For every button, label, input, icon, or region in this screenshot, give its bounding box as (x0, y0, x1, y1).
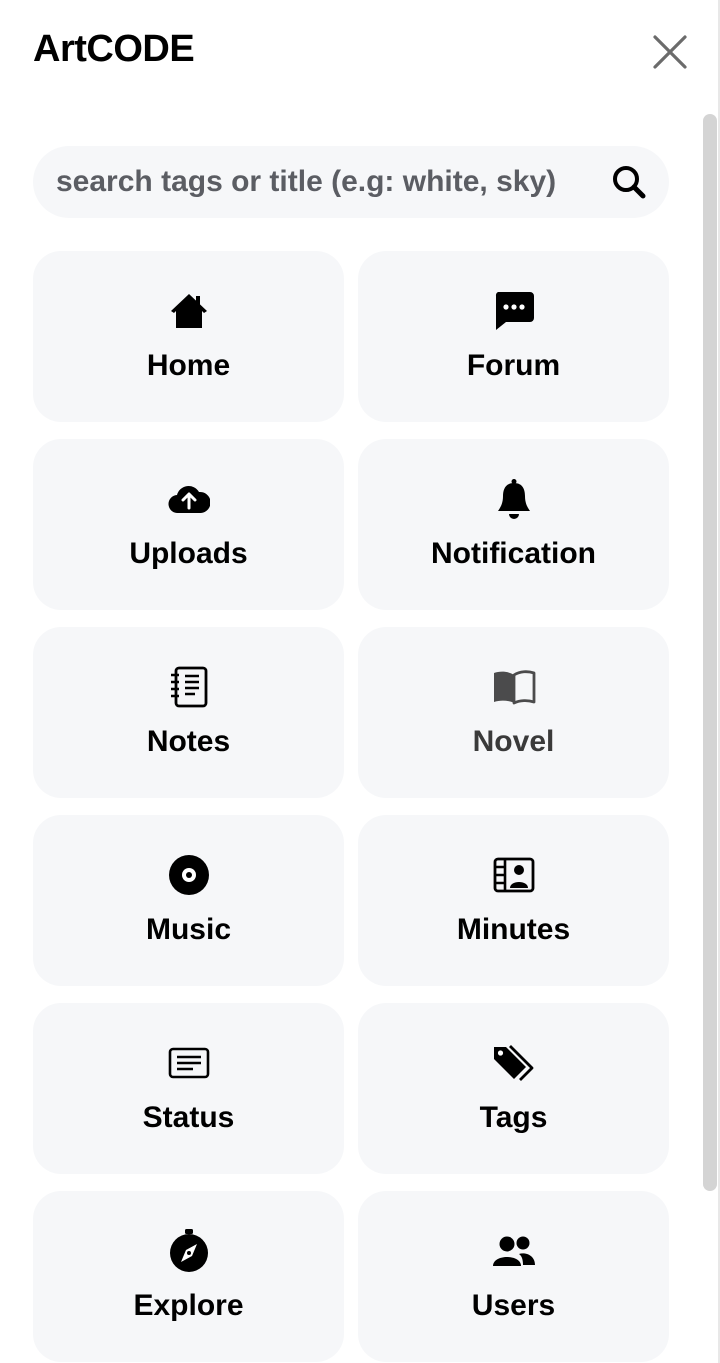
menu-item-notes[interactable]: Notes (33, 627, 344, 798)
menu-item-minutes[interactable]: Minutes (358, 815, 669, 986)
search-button[interactable] (589, 146, 669, 218)
menu-item-label: Novel (472, 725, 555, 758)
close-icon (653, 35, 687, 69)
people-icon (484, 1229, 544, 1273)
menu-item-label: Notes (146, 725, 231, 758)
menu-item-users[interactable]: Users (358, 1191, 669, 1362)
search-icon (613, 166, 646, 199)
scrollbar-thumb[interactable] (703, 114, 717, 1191)
menu-item-label: Notification (431, 537, 596, 570)
app-title: ArtCODE (33, 28, 195, 70)
menu-grid: Home Forum Uploads Notification Notes No… (33, 251, 669, 1362)
menu-item-label: Music (145, 913, 232, 946)
compass-icon (159, 1229, 219, 1273)
notebook-icon (159, 665, 219, 709)
tags-icon (484, 1041, 544, 1085)
close-button[interactable] (648, 30, 692, 74)
menu-item-label: Home (146, 349, 231, 382)
book-icon (484, 665, 544, 709)
menu-item-status[interactable]: Status (33, 1003, 344, 1174)
menu-item-tags[interactable]: Tags (358, 1003, 669, 1174)
menu-item-notification[interactable]: Notification (358, 439, 669, 610)
menu-item-label: Explore (133, 1289, 244, 1322)
menu-item-label: Status (142, 1101, 235, 1134)
search-bar (33, 146, 669, 218)
search-input[interactable] (33, 146, 589, 218)
bell-icon (484, 477, 544, 521)
menu-item-home[interactable]: Home (33, 251, 344, 422)
disc-icon (159, 853, 219, 897)
menu-item-novel[interactable]: Novel (358, 627, 669, 798)
menu-item-label: Forum (466, 349, 561, 382)
menu-item-label: Uploads (129, 537, 248, 570)
menu-item-uploads[interactable]: Uploads (33, 439, 344, 610)
video-card-icon (484, 853, 544, 897)
menu-item-label: Users (471, 1289, 556, 1322)
menu-item-explore[interactable]: Explore (33, 1191, 344, 1362)
menu-item-label: Tags (479, 1101, 548, 1134)
menu-item-forum[interactable]: Forum (358, 251, 669, 422)
menu-item-label: Minutes (456, 913, 571, 946)
cloud-upload-icon (159, 477, 219, 521)
chat-dots-icon (484, 289, 544, 333)
navigation-panel: ArtCODE Home (0, 0, 720, 1363)
menu-item-music[interactable]: Music (33, 815, 344, 986)
home-icon (159, 289, 219, 333)
card-text-icon (159, 1041, 219, 1085)
